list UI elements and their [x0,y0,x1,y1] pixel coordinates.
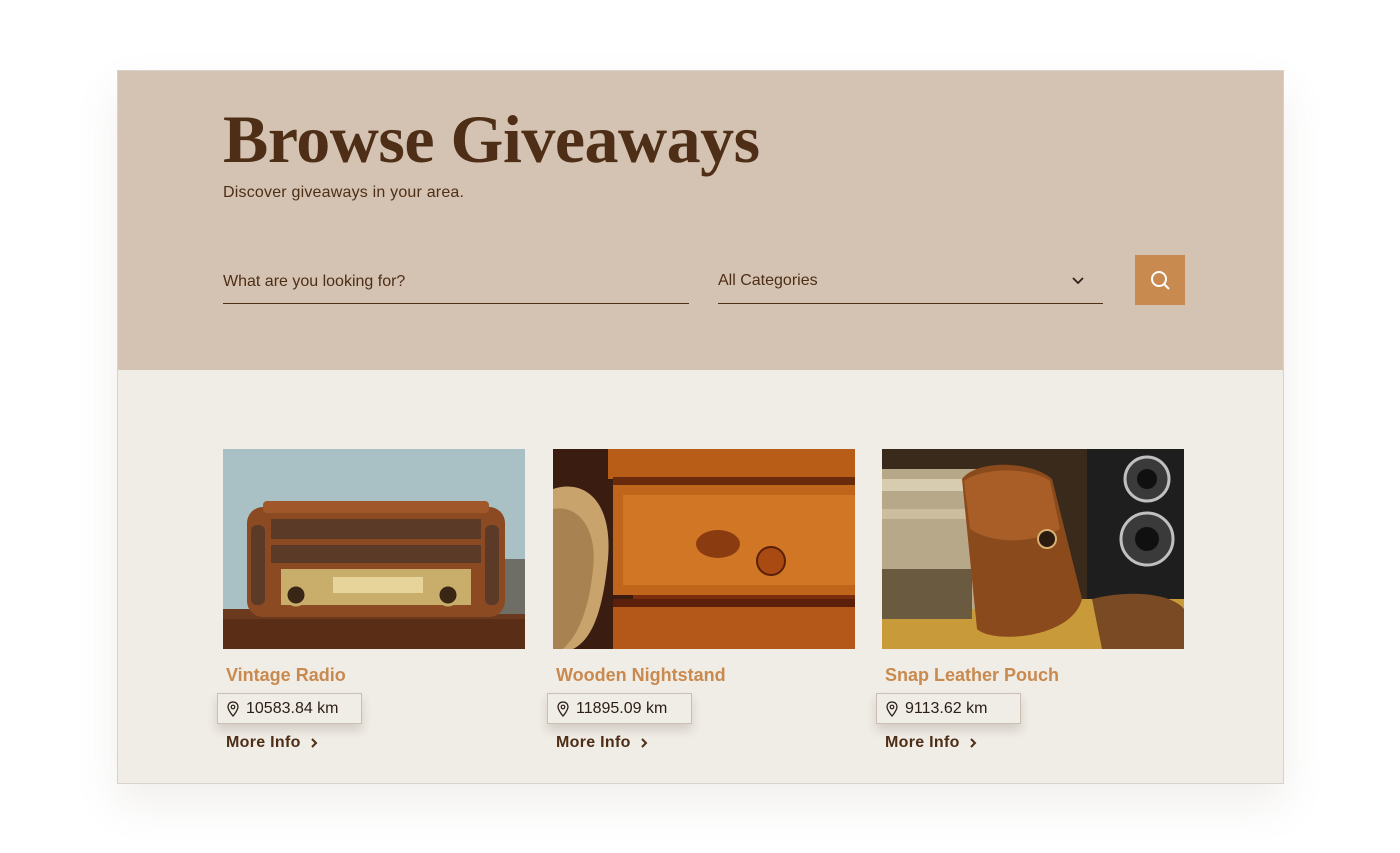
category-select[interactable]: All Categories [718,260,1103,304]
search-icon [1151,271,1170,290]
more-info-label: More Info [885,734,960,751]
distance-value: 11895.09 km [576,699,668,717]
chevron-right-icon [640,738,648,748]
chevron-right-icon [969,738,977,748]
distance-badge: 9113.62 km [876,693,1021,724]
page-title: Browse Giveaways [223,101,760,177]
leather-pouch-image[interactable] [882,449,1184,649]
location-pin-icon [886,700,898,717]
distance-value: 9113.62 km [905,699,988,717]
vintage-radio-photo [223,449,525,649]
card-title[interactable]: Wooden Nightstand [556,665,726,686]
card-title[interactable]: Snap Leather Pouch [885,665,1059,686]
location-pin-icon [557,700,569,717]
more-info-label: More Info [226,734,301,751]
category-selected-value: All Categories [718,272,818,289]
page-subtitle: Discover giveaways in your area. [223,184,465,201]
distance-badge: 10583.84 km [217,693,362,724]
more-info-link[interactable]: More Info [885,734,978,752]
location-pin-icon [227,700,239,717]
more-info-link[interactable]: More Info [226,734,319,752]
vintage-radio-image[interactable] [223,449,525,649]
chevron-down-icon [1072,277,1084,285]
search-button[interactable] [1135,255,1185,305]
card-title[interactable]: Vintage Radio [226,665,346,686]
chevron-right-icon [310,738,318,748]
leather-pouch-photo [882,449,1184,649]
search-input[interactable] [223,260,689,304]
wooden-nightstand-image[interactable] [553,449,855,649]
giveaways-page: Browse Giveaways Discover giveaways in y… [117,70,1284,784]
more-info-link[interactable]: More Info [556,734,649,752]
distance-badge: 11895.09 km [547,693,692,724]
hero-banner: Browse Giveaways Discover giveaways in y… [118,71,1283,370]
more-info-label: More Info [556,734,631,751]
wooden-nightstand-photo [553,449,855,649]
distance-value: 10583.84 km [246,699,339,717]
